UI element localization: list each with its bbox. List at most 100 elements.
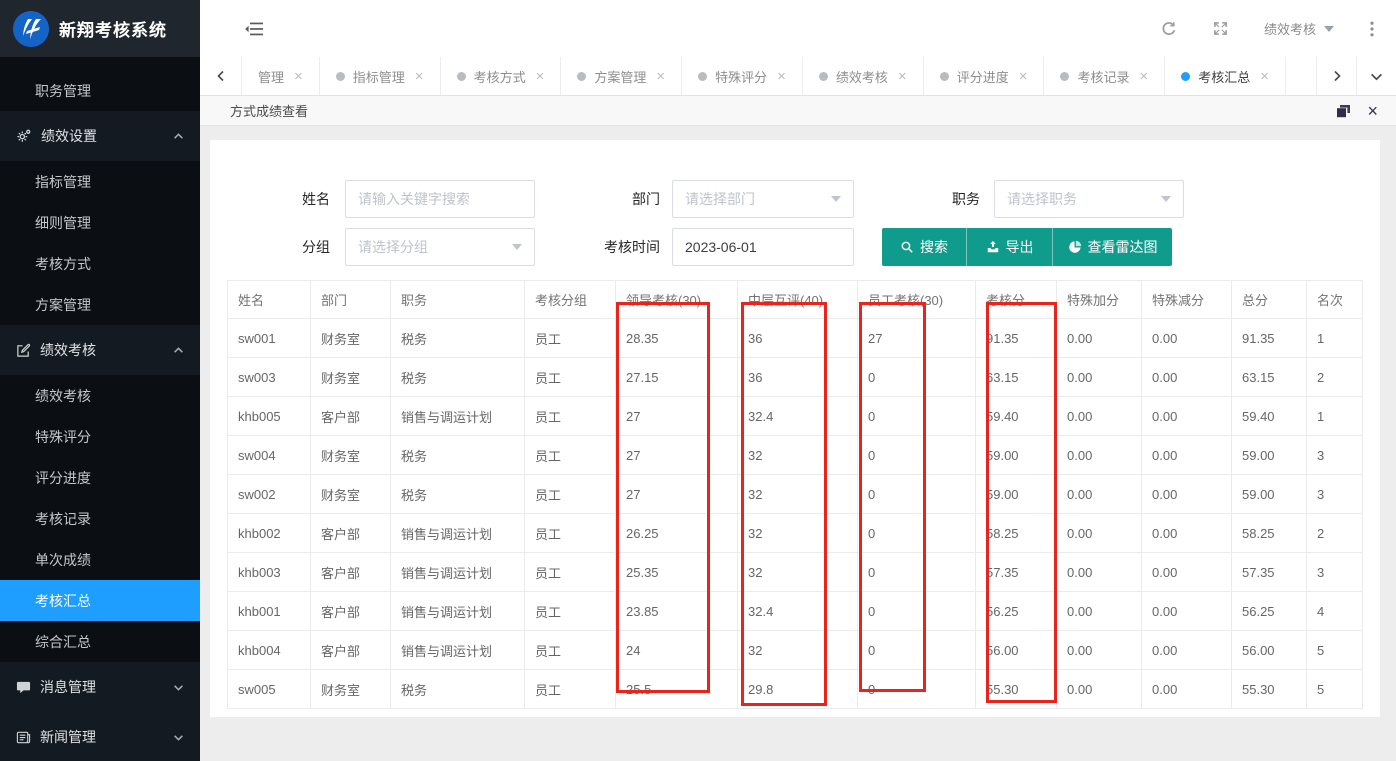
tab-assess-record[interactable]: 考核记录× — [1044, 57, 1165, 95]
table-cell: 59.00 — [1232, 436, 1307, 475]
sidebar-item-single-score[interactable]: 单次成绩 — [0, 539, 200, 580]
tab-rule-mgmt-partial[interactable]: 管理 × — [242, 57, 320, 95]
table-cell: khb002 — [228, 514, 311, 553]
sidebar-item-assess-method[interactable]: 考核方式 — [0, 243, 200, 284]
table-cell: khb003 — [228, 553, 311, 592]
table-cell: 57.35 — [1232, 553, 1307, 592]
sidebar-item-position-mgmt[interactable]: 职务管理 — [0, 70, 200, 111]
tab-plan-mgmt[interactable]: 方案管理× — [561, 57, 682, 95]
panel-restore-icon[interactable] — [1336, 104, 1350, 118]
tab-close-icon[interactable]: × — [777, 69, 786, 84]
tabs-scroll-right-button[interactable] — [1316, 57, 1356, 95]
table-cell: 58.25 — [1232, 514, 1307, 553]
fullscreen-icon[interactable] — [1213, 21, 1228, 36]
table-cell: 57.35 — [976, 553, 1057, 592]
tab-indicator-mgmt[interactable]: 指标管理× — [320, 57, 441, 95]
table-cell: 税务 — [391, 436, 525, 475]
sidebar-group-label: 新闻管理 — [40, 727, 96, 747]
table-cell: 59.40 — [1232, 397, 1307, 436]
table-cell: sw003 — [228, 358, 311, 397]
tab-close-icon[interactable]: × — [656, 69, 665, 84]
tab-label: 管理 — [258, 67, 284, 86]
column-header: 姓名 — [228, 281, 311, 319]
sidebar-item-assess-record[interactable]: 考核记录 — [0, 498, 200, 539]
table-cell: 销售与调运计划 — [391, 553, 525, 592]
table-cell: 0.00 — [1142, 592, 1232, 631]
name-input[interactable] — [358, 191, 522, 207]
name-label: 姓名 — [210, 189, 330, 209]
table-cell: 0 — [858, 631, 976, 670]
table-row: khb001客户部销售与调运计划员工23.8532.4056.250.000.0… — [228, 592, 1363, 631]
table-cell: 56.25 — [1232, 592, 1307, 631]
tab-label: 特殊评分 — [715, 67, 767, 86]
table-cell: 0 — [858, 358, 976, 397]
export-button[interactable]: 导出 — [966, 228, 1052, 266]
tab-bar: 管理×指标管理×考核方式×方案管理×特殊评分×绩效考核×评分进度×考核记录×考核… — [200, 57, 1396, 96]
sidebar-item-indicator-mgmt[interactable]: 指标管理 — [0, 161, 200, 202]
table-cell: 32 — [738, 514, 858, 553]
table-cell: 56.00 — [1232, 631, 1307, 670]
sidebar-item-message-mgmt[interactable]: 消息管理 — [0, 662, 200, 712]
table-cell: 0.00 — [1057, 397, 1142, 436]
assess-time-input[interactable] — [685, 239, 841, 255]
search-icon — [900, 240, 914, 254]
table-cell: 32 — [738, 475, 858, 514]
table-cell: khb004 — [228, 631, 311, 670]
tabs-menu-button[interactable] — [1356, 57, 1396, 95]
refresh-icon[interactable] — [1161, 21, 1177, 37]
sidebar-item-assess-summary[interactable]: 考核汇总 — [0, 580, 200, 621]
sidebar-item-plan-mgmt[interactable]: 方案管理 — [0, 284, 200, 325]
table-cell: 32 — [738, 436, 858, 475]
duty-select[interactable]: 请选择职务 — [994, 180, 1184, 218]
tab-close-icon[interactable]: × — [536, 69, 545, 84]
tab-close-icon[interactable]: × — [1019, 69, 1028, 84]
sidebar-menu: 职务管理绩效设置指标管理细则管理考核方式方案管理绩效考核绩效考核特殊评分评分进度… — [0, 57, 200, 761]
sidebar-item-overall-summary[interactable]: 综合汇总 — [0, 621, 200, 662]
dept-label: 部门 — [535, 189, 660, 209]
sidebar-item-rule-mgmt[interactable]: 细则管理 — [0, 202, 200, 243]
tab-close-icon[interactable]: × — [294, 69, 303, 84]
sidebar-item-score-progress[interactable]: 评分进度 — [0, 457, 200, 498]
column-header: 特殊减分 — [1142, 281, 1232, 319]
table-cell: 32.4 — [738, 397, 858, 436]
group-select[interactable]: 请选择分组 — [345, 228, 535, 266]
tab-close-icon[interactable]: × — [1260, 69, 1269, 84]
table-cell: 28.35 — [616, 319, 738, 358]
sidebar-item-perf-settings[interactable]: 绩效设置 — [0, 111, 200, 161]
sidebar-item-perf-assess[interactable]: 绩效考核 — [0, 325, 200, 375]
tabs-scroll-left-button[interactable] — [200, 57, 242, 95]
tab-close-icon[interactable]: × — [1139, 69, 1148, 84]
tab-active-dot-icon — [1181, 72, 1190, 81]
tab-assess-method[interactable]: 考核方式× — [441, 57, 562, 95]
top-header: 绩效考核 — [200, 0, 1396, 57]
table-cell: 2 — [1307, 514, 1363, 553]
filter-row-2: 分组 请选择分组 考核时间 搜索 — [210, 228, 1380, 266]
tab-score-progress[interactable]: 评分进度× — [924, 57, 1045, 95]
table-cell: 91.35 — [1232, 319, 1307, 358]
sidebar-item-label: 绩效考核 — [35, 386, 91, 406]
chevron-up-icon — [173, 345, 184, 356]
table-cell: sw005 — [228, 670, 311, 709]
search-button[interactable]: 搜索 — [882, 228, 966, 266]
panel-close-icon[interactable]: × — [1367, 102, 1378, 120]
sidebar-item-perf-assess-item[interactable]: 绩效考核 — [0, 375, 200, 416]
table-cell: khb005 — [228, 397, 311, 436]
column-header: 总分 — [1232, 281, 1307, 319]
table-cell: 员工 — [525, 670, 616, 709]
workspace-dropdown[interactable]: 绩效考核 — [1264, 19, 1334, 38]
menu-fold-icon[interactable] — [245, 22, 263, 36]
dept-select[interactable]: 请选择部门 — [672, 180, 854, 218]
chevron-down-icon — [173, 682, 184, 693]
tab-assess-summary[interactable]: 考核汇总× — [1165, 57, 1286, 95]
tab-perf-assess[interactable]: 绩效考核× — [803, 57, 924, 95]
tab-special-score[interactable]: 特殊评分 × — [682, 57, 803, 95]
sidebar-item-news-mgmt[interactable]: 新闻管理 — [0, 712, 200, 761]
view-radar-button[interactable]: 查看雷达图 — [1052, 228, 1172, 266]
table-cell: 0.00 — [1057, 358, 1142, 397]
column-header: 领导考核(30) — [616, 281, 738, 319]
sidebar-item-special-score[interactable]: 特殊评分 — [0, 416, 200, 457]
tab-close-icon[interactable]: × — [898, 69, 907, 84]
table-cell: 1 — [1307, 397, 1363, 436]
tab-close-icon[interactable]: × — [415, 69, 424, 84]
kebab-menu-icon[interactable] — [1370, 21, 1374, 37]
